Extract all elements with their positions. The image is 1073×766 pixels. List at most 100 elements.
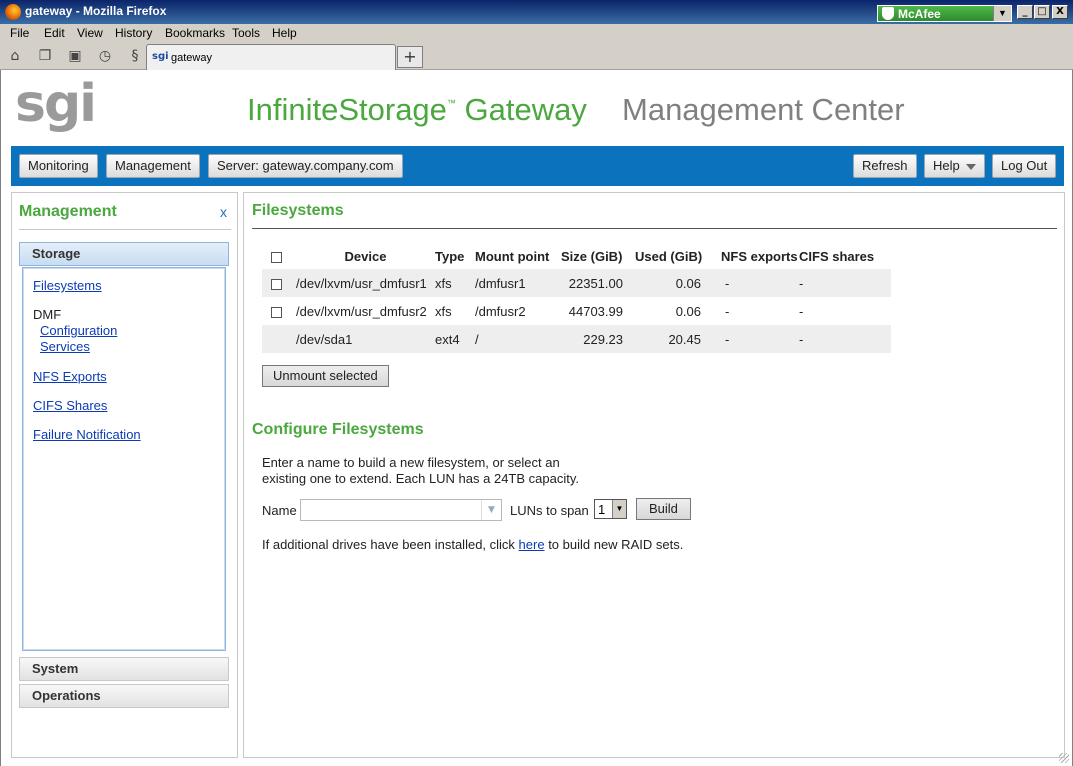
- window-title: gateway - Mozilla Firefox: [25, 4, 167, 18]
- size-cell: 22351.00: [561, 269, 635, 297]
- column-header-nfs-exports: NFS exports: [721, 248, 798, 264]
- type-cell: xfs: [435, 269, 475, 297]
- configure-filesystems-title: Configure Filesystems: [252, 421, 424, 438]
- menu-file[interactable]: File: [10, 26, 29, 40]
- sidebar-item-configuration[interactable]: Configuration: [40, 323, 117, 338]
- trademark-symbol: ™: [446, 98, 456, 108]
- home-icon[interactable]: ⌂: [6, 47, 24, 65]
- device-cell: /dev/sda1: [296, 325, 435, 353]
- monitoring-button[interactable]: Monitoring: [19, 154, 98, 178]
- nfs-exports-cell: -: [713, 325, 799, 353]
- column-header-used: Used (GiB): [635, 248, 703, 264]
- tab-gateway[interactable]: sgi gateway: [146, 44, 396, 70]
- window-titlebar: gateway - Mozilla Firefox McAfee ▼ _ □ X: [0, 0, 1073, 24]
- resize-grip-icon[interactable]: [1059, 753, 1069, 763]
- copy-icon[interactable]: ❐: [36, 47, 54, 65]
- menu-help[interactable]: Help: [272, 26, 297, 40]
- cifs-shares-cell: -: [799, 269, 891, 297]
- device-cell: /dev/lxvm/usr_dmfusr1: [296, 269, 435, 297]
- page-content: sgi InfiniteStorage™ Gateway Management …: [0, 70, 1073, 766]
- sidebar-title: Management: [19, 203, 117, 220]
- filesystems-table: Device Type Mount point Size (GiB) Used …: [262, 243, 891, 353]
- menu-view[interactable]: View: [77, 26, 103, 40]
- accordion-system[interactable]: System: [19, 657, 229, 681]
- menu-edit[interactable]: Edit: [44, 26, 65, 40]
- new-tab-button[interactable]: +: [397, 46, 423, 68]
- row-checkbox[interactable]: [271, 306, 282, 318]
- maximize-button[interactable]: □: [1034, 5, 1050, 19]
- bag-icon[interactable]: ▣: [66, 47, 84, 65]
- column-header-type: Type: [435, 248, 465, 264]
- size-cell: 44703.99: [568, 303, 623, 319]
- mcafee-label: McAfee: [898, 7, 941, 21]
- sync-icon[interactable]: §: [126, 47, 144, 65]
- mount-point-cell: /: [475, 325, 561, 353]
- menu-bookmarks[interactable]: Bookmarks: [165, 26, 225, 40]
- storage-nav-panel: Filesystems DMF Configuration Services N…: [22, 267, 226, 651]
- filesystem-name-combobox[interactable]: ▼: [300, 499, 502, 521]
- name-label: Name: [262, 503, 297, 518]
- select-all-checkbox[interactable]: [271, 251, 282, 263]
- section-divider: [252, 228, 1057, 229]
- management-button[interactable]: Management: [106, 154, 200, 178]
- row-checkbox[interactable]: [271, 278, 282, 290]
- unmount-selected-button[interactable]: Unmount selected: [262, 365, 389, 387]
- history-clock-icon[interactable]: ◷: [96, 47, 114, 65]
- build-button[interactable]: Build: [636, 498, 691, 520]
- sidebar-divider: [19, 229, 231, 230]
- mcafee-toolbar-button[interactable]: McAfee ▼: [877, 5, 1012, 22]
- minimize-button[interactable]: _: [1017, 5, 1033, 19]
- logout-button[interactable]: Log Out: [992, 154, 1057, 178]
- sidebar-item-failure-notification[interactable]: Failure Notification: [33, 427, 141, 442]
- sidebar-item-nfs-exports[interactable]: NFS Exports: [33, 369, 107, 384]
- main-panel: Filesystems Device Type Mount point Size…: [243, 192, 1065, 758]
- server-button[interactable]: Server: gateway.company.com: [208, 154, 403, 178]
- chevron-down-icon[interactable]: ▼: [993, 6, 1011, 21]
- refresh-button[interactable]: Refresh: [853, 154, 917, 178]
- accordion-storage[interactable]: Storage: [19, 242, 229, 266]
- main-toolbar: Monitoring Management Server: gateway.co…: [11, 146, 1064, 186]
- luns-to-span-select[interactable]: 1 ▼: [594, 499, 627, 519]
- menu-history[interactable]: History: [115, 26, 152, 40]
- nfs-exports-cell: -: [713, 269, 799, 297]
- cifs-shares-cell: -: [799, 303, 804, 319]
- column-header-mount-point: Mount point: [475, 248, 550, 264]
- column-header-cifs-shares: CIFS shares: [799, 248, 875, 264]
- menu-bar: File Edit View History Bookmarks Tools H…: [0, 24, 1073, 42]
- mount-point-cell: /dmfusr1: [475, 269, 561, 297]
- sgi-favicon-icon: sgi: [152, 51, 169, 62]
- sidebar-close-button[interactable]: x: [220, 204, 227, 220]
- table-row: /dev/lxvm/usr_dmfusr1 xfs /dmfusr1 22351…: [262, 269, 891, 297]
- table-row: /dev/lxvm/usr_dmfusr2 xfs /dmfusr2 44703…: [262, 297, 891, 325]
- luns-to-span-value: 1: [598, 502, 606, 517]
- chevron-down-icon[interactable]: ▼: [612, 500, 626, 518]
- help-button[interactable]: Help: [924, 154, 985, 178]
- type-cell: xfs: [435, 303, 452, 319]
- accordion-operations[interactable]: Operations: [19, 684, 229, 708]
- sidebar-item-cifs-shares[interactable]: CIFS Shares: [33, 398, 107, 413]
- column-header-device: Device: [344, 248, 387, 264]
- raid-instructions: If additional drives have been installed…: [262, 537, 683, 552]
- help-label: Help: [933, 158, 960, 173]
- close-button[interactable]: X: [1052, 5, 1068, 19]
- tab-title: gateway: [171, 52, 212, 64]
- nfs-exports-cell: -: [725, 303, 730, 319]
- sidebar: Management x Storage Filesystems DMF Con…: [11, 192, 238, 758]
- table-row: /dev/sda1 ext4 / 229.23 20.45 - -: [262, 325, 891, 353]
- sidebar-item-filesystems[interactable]: Filesystems: [33, 278, 102, 293]
- raid-suffix: to build new RAID sets.: [544, 537, 684, 552]
- menu-tools[interactable]: Tools: [232, 26, 260, 40]
- raid-prefix: If additional drives have been installed…: [262, 537, 519, 552]
- build-raid-here-link[interactable]: here: [519, 537, 545, 552]
- table-header-row: Device Type Mount point Size (GiB) Used …: [262, 243, 891, 269]
- used-cell: 0.06: [675, 303, 701, 319]
- luns-to-span-label: LUNs to span: [510, 503, 589, 518]
- device-cell: /dev/lxvm/usr_dmfusr2: [296, 303, 427, 319]
- cifs-shares-cell: -: [799, 325, 891, 353]
- sgi-logo: sgi: [15, 74, 97, 134]
- chevron-down-icon[interactable]: ▼: [481, 500, 501, 520]
- sidebar-item-services[interactable]: Services: [40, 339, 90, 354]
- app-title-suffix: Gateway: [464, 92, 587, 127]
- app-title-name: InfiniteStorage: [247, 92, 447, 127]
- filesystems-title: Filesystems: [252, 202, 344, 219]
